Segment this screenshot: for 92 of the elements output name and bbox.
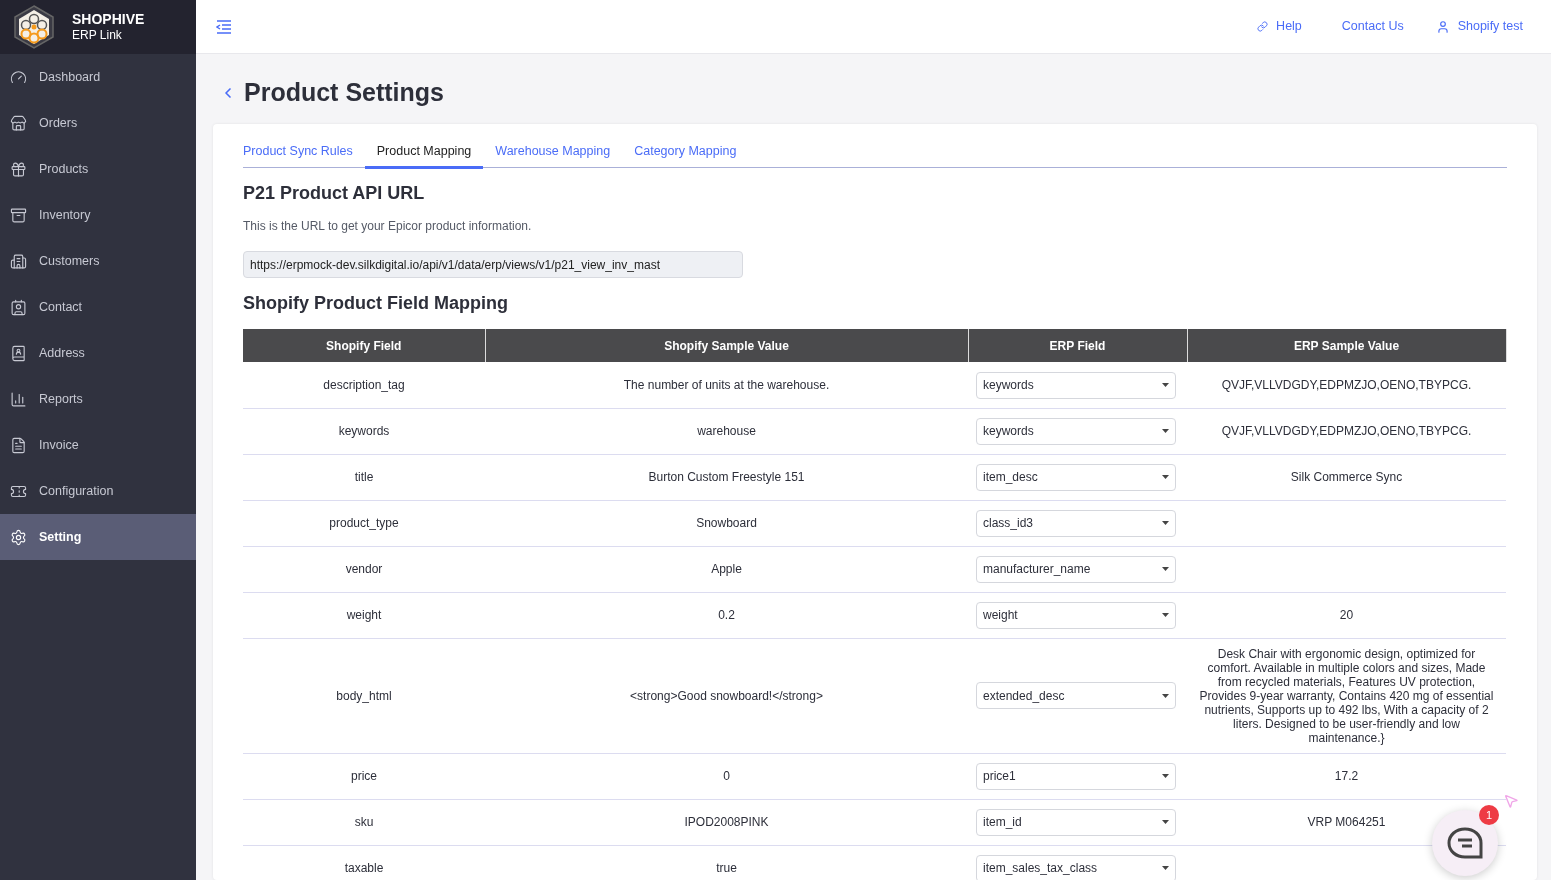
erp-field-select[interactable]: class_id3 [976,509,1176,537]
table-cell: The number of units at the warehouse. [485,362,968,409]
url-field[interactable]: https://erpmock-dev.silkdigital.io/api/v1/data/erp/views/v1/p21_view_inv_mast [243,251,743,279]
link-icon [1257,21,1269,32]
help-link[interactable]: Help [1257,17,1302,36]
hexagon-logo-icon [12,5,56,49]
table-cell: price [243,753,485,800]
bar-chart-icon [10,390,27,408]
section-description: This is the URL to get your Epicor product information. [243,218,533,236]
address-book-icon [10,344,27,362]
erp-field-select[interactable]: keywords [976,417,1176,445]
user-icon [1435,19,1450,34]
sidebar-item[interactable]: Products [0,146,196,192]
table-cell: Burton Custom Freestyle 151 [485,454,968,501]
table-cell: description_tag [243,362,485,409]
contact-icon [10,298,27,316]
table-cell: Silk Commerce Sync [1290,470,1403,485]
sidebar-item[interactable]: Dashboard [0,54,196,100]
table-cell: 17.2 [1334,769,1359,784]
table-cell: true [485,845,968,880]
erp-field-select[interactable]: price1 [976,762,1176,790]
column-header: ERP Field [968,329,1187,363]
erp-field-select[interactable]: keywords [976,371,1176,399]
section-heading: Shopify Product Field Mapping [243,292,509,316]
caret-down-icon [1162,429,1169,434]
sidebar-item[interactable]: Orders [0,100,196,146]
caret-down-icon [1162,774,1169,779]
tab[interactable]: Product Sync Rules [243,135,365,168]
gauge-icon [10,68,27,86]
table-cell: keywords [243,408,485,455]
table-cell: VRP M064251 [1307,815,1386,830]
sidebar-item[interactable]: Invoice [0,422,196,468]
caret-down-icon [1162,820,1169,825]
caret-down-icon [1162,521,1169,526]
sidebar-item[interactable]: Contact [0,284,196,330]
table-cell: taxable [243,845,485,880]
caret-down-icon [1162,475,1169,480]
sidebar-item[interactable]: Customers [0,238,196,284]
table-cell: IPOD2008PINK [485,799,968,846]
tab[interactable]: Warehouse Mapping [483,135,623,168]
caret-down-icon [1162,567,1169,572]
table-cell: 0.2 [485,592,968,639]
buildings-icon [10,252,27,270]
sidebar-item[interactable]: Setting [0,514,196,560]
table-cell: body_html [243,638,485,754]
table-cell: Desk Chair with ergonomic design, optimized for comfort. Available in multiple colors and sizes, Made from recycled materials, Features UV protection, Provides 9-year warranty, Contains 420 mg of essential nutrients, Supports up to 492 lbs, With a capacity of 2 liters. Designed to be user-friendly and low maintenance.} [1199,646,1494,745]
table-cell: <strong>Good snowboard!</strong> [485,638,968,754]
sidebar-item[interactable]: Reports [0,376,196,422]
table-cell: QVJF,VLLVDGDY,EDPMZJO,OENO,TBYPCG. [1221,424,1472,439]
sidebar-item[interactable]: Configuration [0,468,196,514]
settings-icon [10,528,27,546]
collapse-menu-icon[interactable] [216,19,232,34]
brand-name: SHOPHIVE [72,10,145,29]
section-heading: P21 Product API URL [243,182,426,206]
caret-down-icon [1162,693,1169,698]
caret-down-icon [1162,383,1169,387]
erp-field-select[interactable]: weight [976,601,1176,629]
erp-field-select[interactable]: item_desc [976,463,1176,491]
sidebar-item[interactable]: Inventory [0,192,196,238]
column-header: ERP Sample Value [1187,329,1506,363]
table-cell: weight [243,592,485,639]
tab[interactable]: Category Mapping [622,135,749,168]
contact-us-link[interactable]: Contact Us [1341,17,1404,36]
table-cell: QVJF,VLLVDGDY,EDPMZJO,OENO,TBYPCG. [1221,378,1472,392]
table-cell: product_type [243,500,485,547]
brand-subtitle: ERP Link [72,28,123,44]
table-cell: 0 [485,753,968,800]
table-cell: sku [243,799,485,846]
page-title: Product Settings [244,77,444,108]
store-icon [10,114,27,132]
table-cell: vendor [243,546,485,593]
archive-icon [10,206,27,224]
erp-field-select[interactable]: extended_desc [976,682,1176,710]
table-cell: warehouse [485,408,968,455]
table-cell: Apple [485,546,968,593]
sidebar-item[interactable]: Address [0,330,196,376]
erp-field-select[interactable]: manufacturer_name [976,555,1176,583]
table-cell: Snowboard [485,500,968,547]
table-cell: 20 [1339,608,1354,623]
column-header: Shopify Sample Value [485,329,968,363]
table-cell: title [243,454,485,501]
erp-field-select[interactable]: item_sales_tax_class [976,854,1176,880]
tab[interactable]: Product Mapping [364,135,484,170]
caret-down-icon [1162,613,1169,618]
gift-icon [10,160,27,178]
chat-bubble-icon [1447,827,1483,859]
caret-down-icon [1162,866,1169,871]
erp-field-select[interactable]: item_id [976,808,1176,836]
document-icon [10,436,27,454]
pointer-select-icon [1503,793,1519,809]
column-header: Shopify Field [243,329,485,363]
account-link[interactable]: Shopify test [1435,17,1523,36]
